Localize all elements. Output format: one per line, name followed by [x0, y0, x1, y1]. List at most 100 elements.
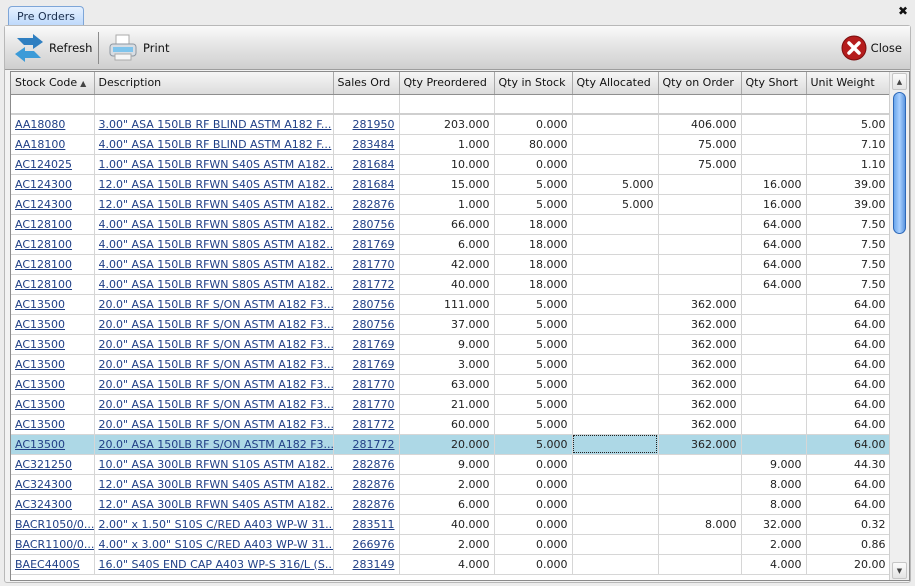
filter-cell-qty-allocated[interactable] — [572, 94, 659, 115]
cell-unit-weight[interactable]: 7.10 — [806, 134, 891, 155]
cell-stock-code[interactable]: AC321250 — [11, 454, 95, 475]
sales-ord-link[interactable]: 281769 — [353, 358, 395, 371]
cell-description[interactable]: 1.00" ASA 150LB RFWN S40S ASTM A182... — [94, 154, 334, 175]
description-link[interactable]: 10.0" ASA 300LB RFWN S10S ASTM A182... — [99, 458, 333, 471]
cell-stock-code[interactable]: BACR1100/0... — [11, 534, 95, 555]
cell-sales-ord[interactable]: 281950 — [333, 114, 400, 135]
cell-qty-allocated[interactable] — [572, 334, 659, 355]
stock-code-link[interactable]: AC128100 — [15, 218, 72, 231]
description-link[interactable]: 4.00" ASA 150LB RFWN S80S ASTM A182... — [99, 218, 333, 231]
cell-qty-preordered[interactable]: 21.000 — [399, 394, 495, 415]
filter-cell-sales-ord[interactable] — [333, 94, 400, 115]
description-link[interactable]: 4.00" ASA 150LB RFWN S80S ASTM A182... — [99, 258, 333, 271]
table-row[interactable]: BAEC4400S 16.0" S40S END CAP A403 WP-S 31… — [11, 554, 891, 575]
cell-qty-preordered[interactable]: 42.000 — [399, 254, 495, 275]
cell-unit-weight[interactable]: 64.00 — [806, 494, 891, 515]
table-row[interactable]: BACR1050/0... 2.00" x 1.50" S10S C/RED A4… — [11, 514, 891, 535]
cell-qty-preordered[interactable]: 6.000 — [399, 494, 495, 515]
cell-qty-in-stock[interactable]: 5.000 — [494, 194, 573, 215]
cell-qty-short[interactable]: 8.000 — [741, 474, 807, 495]
cell-sales-ord[interactable]: 281772 — [333, 434, 400, 455]
description-link[interactable]: 4.00" x 3.00" S10S C/RED A403 WP-W 31... — [99, 538, 333, 551]
description-link[interactable]: 20.0" ASA 150LB RF S/ON ASTM A182 F3... — [99, 298, 333, 311]
cell-qty-preordered[interactable]: 20.000 — [399, 434, 495, 455]
cell-description[interactable]: 20.0" ASA 150LB RF S/ON ASTM A182 F3... — [94, 334, 334, 355]
cell-qty-preordered[interactable]: 60.000 — [399, 414, 495, 435]
cell-qty-in-stock[interactable]: 18.000 — [494, 254, 573, 275]
cell-sales-ord[interactable]: 283484 — [333, 134, 400, 155]
stock-code-link[interactable]: AC321250 — [15, 458, 72, 471]
cell-description[interactable]: 2.00" x 1.50" S10S C/RED A403 WP-W 31... — [94, 514, 334, 535]
description-link[interactable]: 12.0" ASA 150LB RFWN S40S ASTM A182... — [99, 198, 333, 211]
cell-stock-code[interactable]: AC324300 — [11, 474, 95, 495]
cell-sales-ord[interactable]: 280756 — [333, 314, 400, 335]
cell-qty-on-order[interactable]: 406.000 — [658, 114, 742, 135]
sales-ord-link[interactable]: 281769 — [353, 338, 395, 351]
cell-stock-code[interactable]: AC324300 — [11, 494, 95, 515]
sales-ord-link[interactable]: 281772 — [353, 418, 395, 431]
table-row[interactable]: AC128100 4.00" ASA 150LB RFWN S80S ASTM A… — [11, 234, 891, 255]
cell-qty-preordered[interactable]: 66.000 — [399, 214, 495, 235]
cell-sales-ord[interactable]: 281684 — [333, 174, 400, 195]
filter-cell-qty-in-stock[interactable] — [494, 94, 573, 115]
filter-cell-qty-short[interactable] — [741, 94, 807, 115]
scroll-up-button[interactable]: ▲ — [892, 73, 907, 90]
cell-sales-ord[interactable]: 282876 — [333, 194, 400, 215]
cell-qty-allocated[interactable] — [572, 114, 659, 135]
filter-cell-qty-on-order[interactable] — [658, 94, 742, 115]
cell-qty-preordered[interactable]: 203.000 — [399, 114, 495, 135]
filter-cell-stock-code[interactable] — [11, 94, 95, 115]
description-link[interactable]: 4.00" ASA 150LB RF BLIND ASTM A182 F... — [99, 138, 332, 151]
cell-unit-weight[interactable]: 64.00 — [806, 334, 891, 355]
cell-description[interactable]: 12.0" ASA 300LB RFWN S40S ASTM A182... — [94, 494, 334, 515]
sales-ord-link[interactable]: 281769 — [353, 238, 395, 251]
cell-description[interactable]: 10.0" ASA 300LB RFWN S10S ASTM A182... — [94, 454, 334, 475]
cell-qty-allocated[interactable] — [572, 154, 659, 175]
sales-ord-link[interactable]: 282876 — [353, 498, 395, 511]
sales-ord-link[interactable]: 282876 — [353, 198, 395, 211]
cell-sales-ord[interactable]: 281770 — [333, 254, 400, 275]
cell-qty-on-order[interactable]: 75.000 — [658, 154, 742, 175]
cell-sales-ord[interactable]: 281769 — [333, 354, 400, 375]
cell-qty-short[interactable] — [741, 414, 807, 435]
cell-qty-on-order[interactable] — [658, 234, 742, 255]
cell-sales-ord[interactable]: 281770 — [333, 394, 400, 415]
cell-qty-on-order[interactable] — [658, 274, 742, 295]
cell-qty-on-order[interactable] — [658, 454, 742, 475]
cell-qty-in-stock[interactable]: 0.000 — [494, 534, 573, 555]
cell-description[interactable]: 20.0" ASA 150LB RF S/ON ASTM A182 F3... — [94, 434, 334, 455]
cell-stock-code[interactable]: AC128100 — [11, 254, 95, 275]
cell-stock-code[interactable]: AC13500 — [11, 414, 95, 435]
cell-qty-in-stock[interactable]: 18.000 — [494, 274, 573, 295]
cell-unit-weight[interactable]: 39.00 — [806, 194, 891, 215]
cell-qty-in-stock[interactable]: 5.000 — [494, 294, 573, 315]
description-link[interactable]: 20.0" ASA 150LB RF S/ON ASTM A182 F3... — [99, 338, 333, 351]
cell-stock-code[interactable]: AC128100 — [11, 234, 95, 255]
cell-sales-ord[interactable]: 281769 — [333, 234, 400, 255]
cell-qty-short[interactable]: 16.000 — [741, 194, 807, 215]
cell-qty-preordered[interactable]: 2.000 — [399, 474, 495, 495]
sales-ord-link[interactable]: 280756 — [353, 218, 395, 231]
cell-qty-in-stock[interactable]: 0.000 — [494, 154, 573, 175]
table-row[interactable]: AC124025 1.00" ASA 150LB RFWN S40S ASTM A… — [11, 154, 891, 175]
close-button[interactable]: Close — [841, 30, 902, 66]
cell-stock-code[interactable]: AC128100 — [11, 274, 95, 295]
cell-qty-allocated[interactable] — [572, 494, 659, 515]
cell-qty-preordered[interactable]: 40.000 — [399, 274, 495, 295]
cell-qty-short[interactable]: 16.000 — [741, 174, 807, 195]
cell-qty-on-order[interactable] — [658, 554, 742, 575]
column-header-qty-allocated[interactable]: Qty Allocated — [572, 72, 659, 95]
cell-qty-on-order[interactable]: 362.000 — [658, 414, 742, 435]
cell-qty-in-stock[interactable]: 0.000 — [494, 114, 573, 135]
description-link[interactable]: 4.00" ASA 150LB RFWN S80S ASTM A182... — [99, 278, 333, 291]
cell-sales-ord[interactable]: 282876 — [333, 454, 400, 475]
stock-code-link[interactable]: AA18080 — [15, 118, 65, 131]
cell-qty-allocated[interactable] — [572, 314, 659, 335]
cell-qty-allocated[interactable] — [572, 134, 659, 155]
cell-qty-on-order[interactable] — [658, 194, 742, 215]
cell-qty-allocated[interactable] — [572, 214, 659, 235]
cell-sales-ord[interactable]: 282876 — [333, 494, 400, 515]
cell-qty-in-stock[interactable]: 5.000 — [494, 434, 573, 455]
cell-qty-in-stock[interactable]: 5.000 — [494, 174, 573, 195]
table-row[interactable]: AC324300 12.0" ASA 300LB RFWN S40S ASTM A… — [11, 474, 891, 495]
